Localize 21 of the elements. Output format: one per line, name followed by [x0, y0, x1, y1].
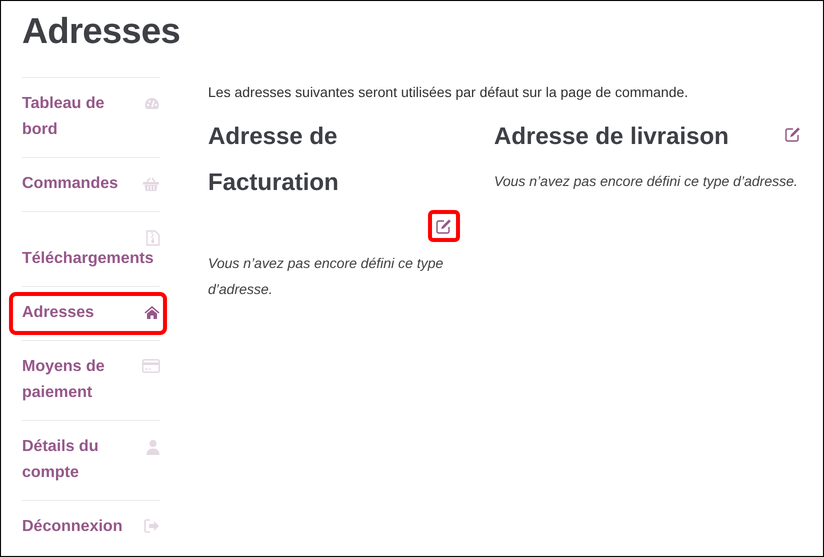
edit-icon[interactable] [428, 210, 460, 242]
user-icon [146, 439, 160, 455]
sidebar-link[interactable]: Tableau de bord [22, 91, 160, 143]
address-heading: Adresse de livraison [494, 122, 729, 152]
credit-card-icon [142, 359, 160, 373]
empty-address-text: Vous n’avez pas encore défini ce type d’adresse. [208, 254, 444, 299]
gauge-icon [144, 96, 160, 112]
sign-out-icon [144, 519, 160, 533]
sidebar-link[interactable]: Détails du compte [22, 434, 160, 486]
empty-address-text: Vous n’avez pas encore défini ce type d’adresse. [494, 172, 799, 191]
sidebar-link[interactable]: Adresses [22, 300, 160, 326]
home-icon [144, 305, 160, 319]
sidebar-link[interactable]: Moyens de paiement [22, 354, 160, 406]
address-heading: Adresse de Facturation [208, 122, 340, 198]
page-title: Adresses [22, 9, 182, 53]
sidebar-link[interactable]: Téléchargements [22, 225, 160, 272]
intro-text: Les adresses suivantes seront utilisées par défaut sur la page de commande. [208, 83, 690, 102]
sidebar-link[interactable]: Commandes [22, 171, 160, 197]
basket-icon [142, 176, 160, 192]
zip-file-icon [146, 230, 160, 246]
sidebar-link[interactable]: Déconnexion [22, 514, 160, 540]
